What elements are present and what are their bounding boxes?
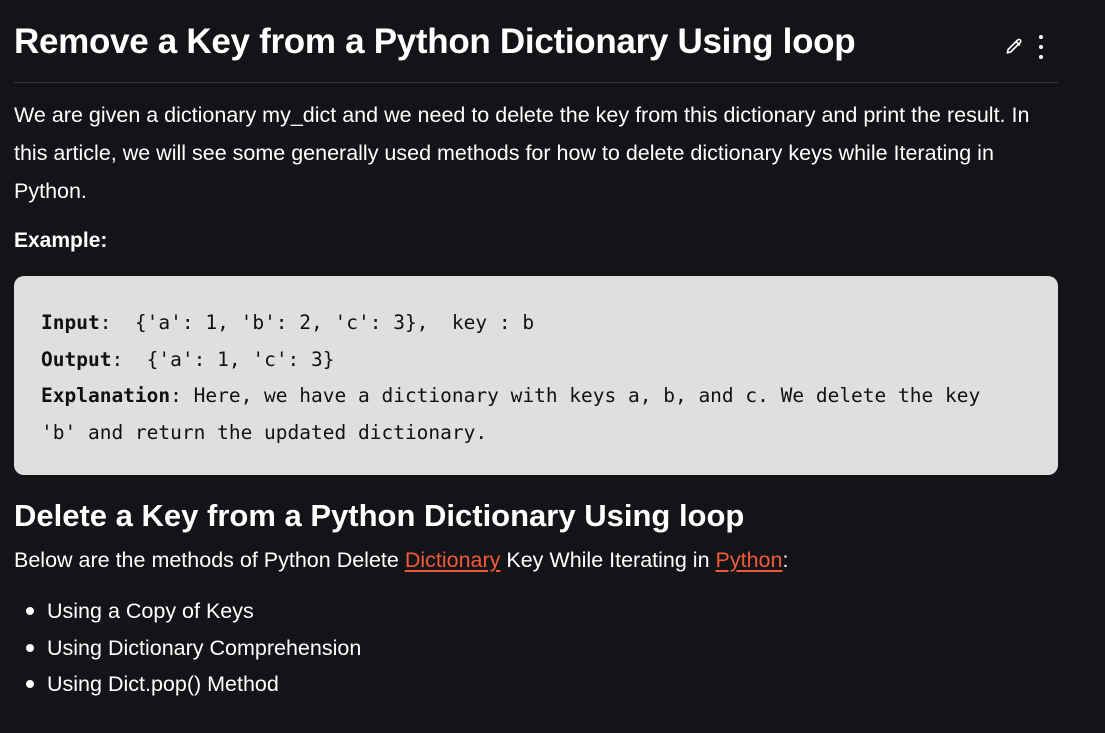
methods-intro-text-end: : [782, 548, 789, 572]
section-heading: Delete a Key from a Python Dictionary Us… [14, 498, 745, 533]
article-intro: We are given a dictionary my_dict and we… [14, 103, 1030, 203]
methods-intro-text-middle: Key While Iterating in [500, 548, 716, 572]
more-vertical-icon[interactable] [1038, 34, 1044, 60]
article-header: Remove a Key from a Python Dictionary Us… [14, 18, 1058, 83]
example-output-line: Output: {'a': 1, 'c': 3} [41, 342, 1031, 379]
method-item: Using Dictionary Comprehension [14, 630, 361, 667]
example-explanation-line: Explanation: Here, we have a dictionary … [41, 378, 1031, 415]
input-value: : {'a': 1, 'b': 2, 'c': 3}, key : b [99, 311, 535, 334]
explanation-value: : Here, we have a dictionary with keys a… [170, 384, 981, 407]
dictionary-link[interactable]: Dictionary [405, 548, 501, 572]
methods-list: Using a Copy of Keys Using Dictionary Co… [14, 593, 361, 703]
article-page: Remove a Key from a Python Dictionary Us… [0, 0, 1105, 733]
method-item: Using a Copy of Keys [14, 593, 361, 630]
pencil-icon[interactable] [1004, 37, 1024, 57]
example-code-block: Input: {'a': 1, 'b': 2, 'c': 3}, key : b… [14, 276, 1058, 475]
methods-intro: Below are the methods of Python Delete D… [14, 542, 788, 578]
explanation-label: Explanation [41, 384, 171, 407]
output-label: Output [41, 347, 112, 371]
method-item: Using Dict.pop() Method [14, 666, 361, 703]
input-label: Input [41, 311, 100, 334]
python-link[interactable]: Python [716, 548, 783, 572]
article-actions [1004, 34, 1044, 60]
output-value: : {'a': 1, 'c': 3} [111, 347, 335, 371]
article-title: Remove a Key from a Python Dictionary Us… [14, 22, 856, 61]
methods-intro-text: Below are the methods of Python Delete [14, 548, 405, 572]
example-explanation-continued: 'b' and return the updated dictionary. [41, 420, 488, 444]
example-input-line: Input: {'a': 1, 'b': 2, 'c': 3}, key : b [41, 305, 1031, 342]
example-label: Example: [14, 229, 108, 252]
